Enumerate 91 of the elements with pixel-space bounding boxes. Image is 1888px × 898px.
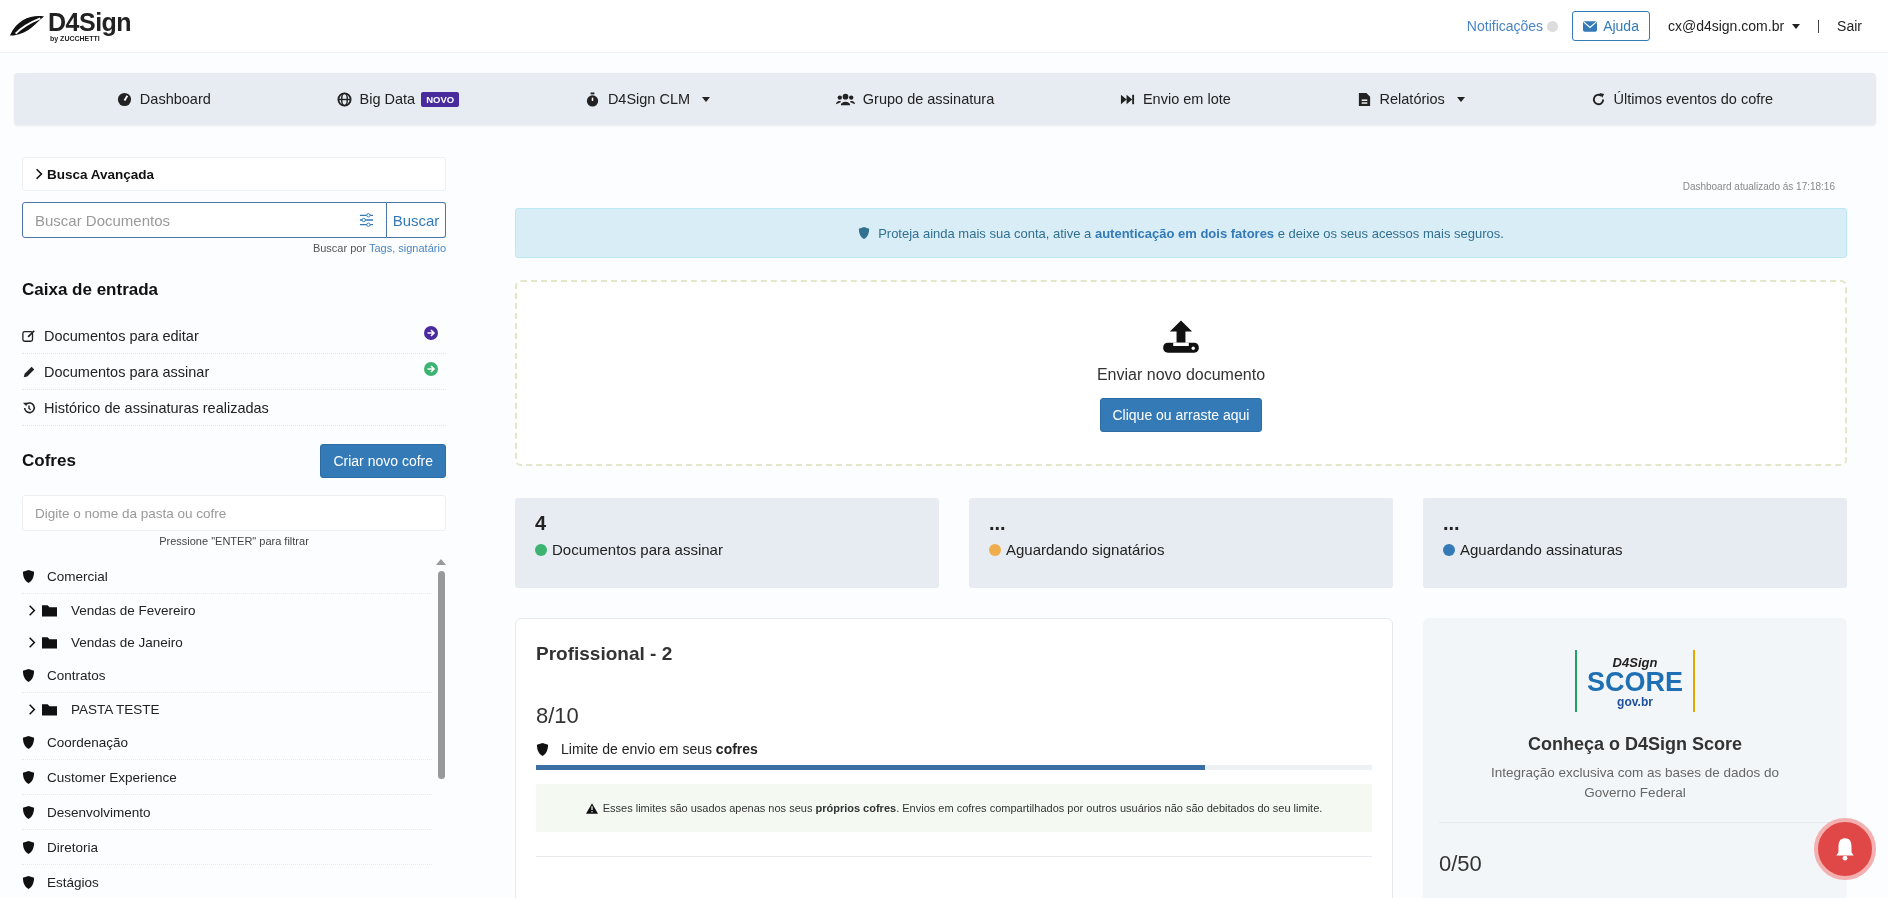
filter-hint: Pressione "ENTER" para filtrar [158,535,310,547]
inbox-item[interactable]: Histórico de assinaturas realizadas [22,390,446,426]
inbox-title: Caixa de entrada [22,280,160,300]
vault-item[interactable]: Comercial [22,559,432,594]
nav-item[interactable]: Big Data NOVO [336,91,460,107]
nav-item[interactable]: Dashboard [116,91,211,107]
logout-link[interactable]: Sair [1837,18,1862,34]
vault-item[interactable]: Contratos [22,658,432,693]
shield-icon [22,568,35,584]
globe-icon [336,91,352,107]
stat-card[interactable]: ... Aguardando signatários [969,498,1393,588]
search-button[interactable]: Buscar [387,202,446,238]
user-menu[interactable]: cx@d4sign.com.br [1667,18,1801,34]
shield-icon [858,226,871,240]
folder-item[interactable]: Vendas de Janeiro [22,626,432,658]
shield-icon [22,769,35,785]
search-hint: Buscar por Tags, signatário [312,242,446,254]
vault-item[interactable]: Estágios [22,865,432,898]
vault-item[interactable]: Diretoria [22,830,432,865]
stat-card[interactable]: ... Aguardando assinaturas [1423,498,1847,588]
stat-label: Documentos para assinar [552,541,723,558]
gauge-icon [116,91,132,107]
stat-label: Aguardando assinaturas [1460,541,1623,558]
vault-item[interactable]: Desenvolvimento [22,795,432,830]
chevron-icon[interactable] [28,636,36,648]
vault-filter-field[interactable]: Digite o nome da pasta ou cofre [22,495,446,531]
document-icon [1356,91,1372,107]
folder-icon [42,702,57,716]
create-vault-button[interactable]: Criar novo cofre [320,444,446,478]
history-icon [22,400,36,415]
inbox-item[interactable]: Documentos para editar [22,318,446,354]
search-field[interactable]: Buscar Documentos [22,202,387,238]
last-updated-text: Dashboard atualizado ás 17:18:16 [1682,181,1835,192]
folder-icon [42,635,57,649]
plan-title: Profissional - 2 [536,643,674,665]
warning-icon [585,802,598,814]
folder-item[interactable]: Vendas de Fevereiro [22,594,432,626]
caret-icon [1456,96,1465,102]
upload-button[interactable]: Clique ou arraste aqui [1099,398,1263,432]
users-icon [835,91,855,107]
limit-note-text: Esses limites são usados apenas nos seus próprios cofres. Envios em cofres compartilhados por outros usuários não são debitados do seu limite. [602,802,1323,814]
stat-label: Aguardando signatários [1006,541,1165,558]
folder-icon [42,603,57,617]
notification-indicator-icon [1547,20,1559,32]
help-button[interactable]: Ajuda [1572,11,1650,41]
notifications-link[interactable]: Notificações [1466,18,1544,34]
shield-icon [22,734,35,750]
new-badge: NOVO [421,91,460,107]
shield-icon [22,667,35,683]
chevron-icon[interactable] [28,703,36,715]
shield-icon [22,804,35,820]
nav-item[interactable]: Envio em lote [1119,91,1231,107]
nav-item[interactable]: Últimos eventos do cofre [1590,91,1774,107]
two-factor-link[interactable]: autenticação em dois fatores [1094,225,1275,241]
caret-icon [702,96,711,102]
vault-item[interactable]: Coordenação [22,725,432,760]
upload-icon [1161,318,1201,354]
d4sign-score-logo: D4Sign SCORE gov.br [1575,650,1695,712]
upload-title: Enviar novo documento [1096,366,1266,384]
nav-item[interactable]: D4Sign CLM [584,91,711,107]
edit-icon [22,328,36,343]
shield-icon [22,839,35,855]
vaults-title: Cofres [22,451,76,471]
upload-dropzone[interactable]: Enviar novo documento Clique ou arraste aqui [515,280,1847,466]
search-hint-link[interactable]: Tags, signatário [368,242,446,254]
chevron-icon[interactable] [28,604,36,616]
stat-card[interactable]: 4 Documentos para assinar [515,498,939,588]
advanced-search-toggle[interactable]: Busca Avançada [22,157,446,191]
filter-sliders-icon[interactable] [359,213,374,227]
pencil-icon [22,364,36,379]
shield-icon [22,874,35,890]
envelope-icon [1583,20,1598,32]
folder-item[interactable]: PASTA TESTE [22,693,432,725]
inbox-item[interactable]: Documentos para assinar [22,354,446,390]
stat-value: ... [989,512,1007,535]
stopwatch-icon [584,91,600,107]
scrollbar[interactable] [436,559,446,779]
shield-icon [536,741,549,757]
refresh-icon [1590,91,1606,107]
stat-value: 4 [535,512,548,535]
score-usage-count: 0/50 [1439,850,1482,877]
score-description: Integração exclusiva com as bases de dados do Governo Federal [1489,764,1781,803]
chevron-icon [35,168,43,180]
stat-value: ... [1443,512,1461,535]
usage-count: 8/10 [536,703,580,729]
limit-label: Limite de envio em seus cofres [561,741,758,757]
alert-message: Proteja ainda mais sua conta, ative a autenticação em dois fatores e deixe os seus acessos mais seguros. [878,225,1504,241]
score-title: Conheça o D4Sign Score [1527,734,1743,755]
vault-item[interactable]: Customer Experience [22,760,432,795]
nav-item[interactable]: Grupo de assinatura [835,91,995,107]
nav-item[interactable]: Relatórios [1356,91,1465,107]
